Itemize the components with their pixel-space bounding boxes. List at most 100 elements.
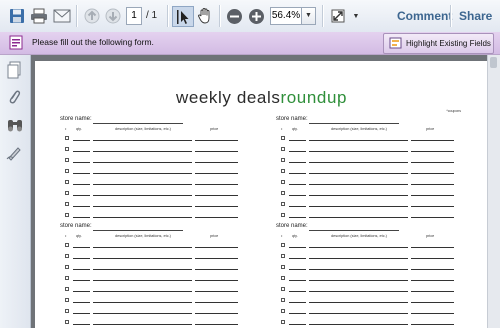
qty-field[interactable] — [289, 140, 306, 141]
qty-field[interactable] — [73, 217, 90, 218]
qty-field[interactable] — [73, 195, 90, 196]
price-field[interactable] — [195, 184, 238, 185]
fit-page-icon[interactable] — [328, 6, 348, 26]
description-field[interactable] — [309, 151, 408, 152]
checkbox[interactable] — [65, 147, 69, 151]
checkbox[interactable] — [65, 191, 69, 195]
checkbox[interactable] — [65, 136, 69, 140]
qty-field[interactable] — [73, 302, 90, 303]
checkbox[interactable] — [65, 309, 69, 313]
select-tool-icon[interactable] — [172, 6, 194, 27]
checkbox[interactable] — [65, 265, 69, 269]
qty-field[interactable] — [73, 151, 90, 152]
price-field[interactable] — [195, 247, 238, 248]
price-field[interactable] — [195, 280, 238, 281]
qty-field[interactable] — [289, 162, 306, 163]
checkbox[interactable] — [281, 158, 285, 162]
signatures-pen-icon[interactable] — [6, 145, 24, 163]
checkbox[interactable] — [281, 136, 285, 140]
price-field[interactable] — [411, 184, 454, 185]
checkbox[interactable] — [281, 147, 285, 151]
qty-field[interactable] — [73, 162, 90, 163]
description-field[interactable] — [93, 173, 192, 174]
price-field[interactable] — [411, 151, 454, 152]
price-field[interactable] — [411, 140, 454, 141]
checkbox[interactable] — [65, 202, 69, 206]
description-field[interactable] — [309, 206, 408, 207]
description-field[interactable] — [93, 151, 192, 152]
checkbox[interactable] — [65, 169, 69, 173]
qty-field[interactable] — [289, 269, 306, 270]
price-field[interactable] — [195, 291, 238, 292]
qty-field[interactable] — [73, 140, 90, 141]
description-field[interactable] — [93, 302, 192, 303]
price-field[interactable] — [195, 217, 238, 218]
description-field[interactable] — [93, 280, 192, 281]
description-field[interactable] — [309, 313, 408, 314]
qty-field[interactable] — [289, 217, 306, 218]
description-field[interactable] — [309, 140, 408, 141]
checkbox[interactable] — [65, 298, 69, 302]
attachments-paperclip-icon[interactable] — [6, 88, 24, 106]
description-field[interactable] — [309, 162, 408, 163]
qty-field[interactable] — [289, 302, 306, 303]
zoom-dropdown-chevron-icon[interactable]: ▼ — [301, 7, 316, 25]
save-icon[interactable] — [7, 6, 27, 26]
qty-field[interactable] — [73, 247, 90, 248]
price-field[interactable] — [195, 313, 238, 314]
zoom-level-input[interactable]: 56.4% — [270, 7, 302, 25]
qty-field[interactable] — [289, 151, 306, 152]
checkbox[interactable] — [281, 254, 285, 258]
description-field[interactable] — [309, 258, 408, 259]
checkbox[interactable] — [65, 213, 69, 217]
qty-field[interactable] — [289, 184, 306, 185]
store-name-field[interactable] — [93, 230, 183, 231]
description-field[interactable] — [93, 184, 192, 185]
checkbox[interactable] — [281, 276, 285, 280]
description-field[interactable] — [93, 258, 192, 259]
email-icon[interactable] — [52, 6, 72, 26]
price-field[interactable] — [411, 195, 454, 196]
document-viewer[interactable]: weekly dealsroundup *coupons store name:… — [31, 55, 500, 336]
qty-field[interactable] — [73, 173, 90, 174]
qty-field[interactable] — [73, 280, 90, 281]
next-page-icon[interactable] — [104, 6, 122, 26]
price-field[interactable] — [411, 313, 454, 314]
checkbox[interactable] — [281, 287, 285, 291]
highlight-fields-button[interactable]: Highlight Existing Fields — [383, 33, 494, 54]
qty-field[interactable] — [73, 324, 90, 325]
checkbox[interactable] — [65, 320, 69, 324]
checkbox[interactable] — [281, 298, 285, 302]
qty-field[interactable] — [73, 269, 90, 270]
more-tools-chevron-icon[interactable]: ▼ — [351, 6, 361, 26]
description-field[interactable] — [309, 324, 408, 325]
price-field[interactable] — [195, 195, 238, 196]
checkbox[interactable] — [281, 169, 285, 173]
qty-field[interactable] — [289, 313, 306, 314]
description-field[interactable] — [93, 247, 192, 248]
checkbox[interactable] — [281, 180, 285, 184]
qty-field[interactable] — [73, 258, 90, 259]
checkbox[interactable] — [281, 320, 285, 324]
previous-page-icon[interactable] — [83, 6, 101, 26]
qty-field[interactable] — [73, 291, 90, 292]
qty-field[interactable] — [73, 206, 90, 207]
price-field[interactable] — [411, 269, 454, 270]
checkbox[interactable] — [281, 213, 285, 217]
description-field[interactable] — [309, 217, 408, 218]
comment-button[interactable]: Comment — [397, 9, 452, 23]
price-field[interactable] — [411, 258, 454, 259]
description-field[interactable] — [93, 217, 192, 218]
checkbox[interactable] — [281, 309, 285, 313]
checkbox[interactable] — [65, 287, 69, 291]
description-field[interactable] — [309, 247, 408, 248]
description-field[interactable] — [309, 280, 408, 281]
price-field[interactable] — [411, 302, 454, 303]
checkbox[interactable] — [65, 180, 69, 184]
price-field[interactable] — [411, 162, 454, 163]
qty-field[interactable] — [289, 247, 306, 248]
checkbox[interactable] — [65, 243, 69, 247]
page-number-input[interactable]: 1 — [126, 7, 142, 25]
price-field[interactable] — [411, 173, 454, 174]
scrollbar-thumb[interactable] — [490, 57, 497, 68]
